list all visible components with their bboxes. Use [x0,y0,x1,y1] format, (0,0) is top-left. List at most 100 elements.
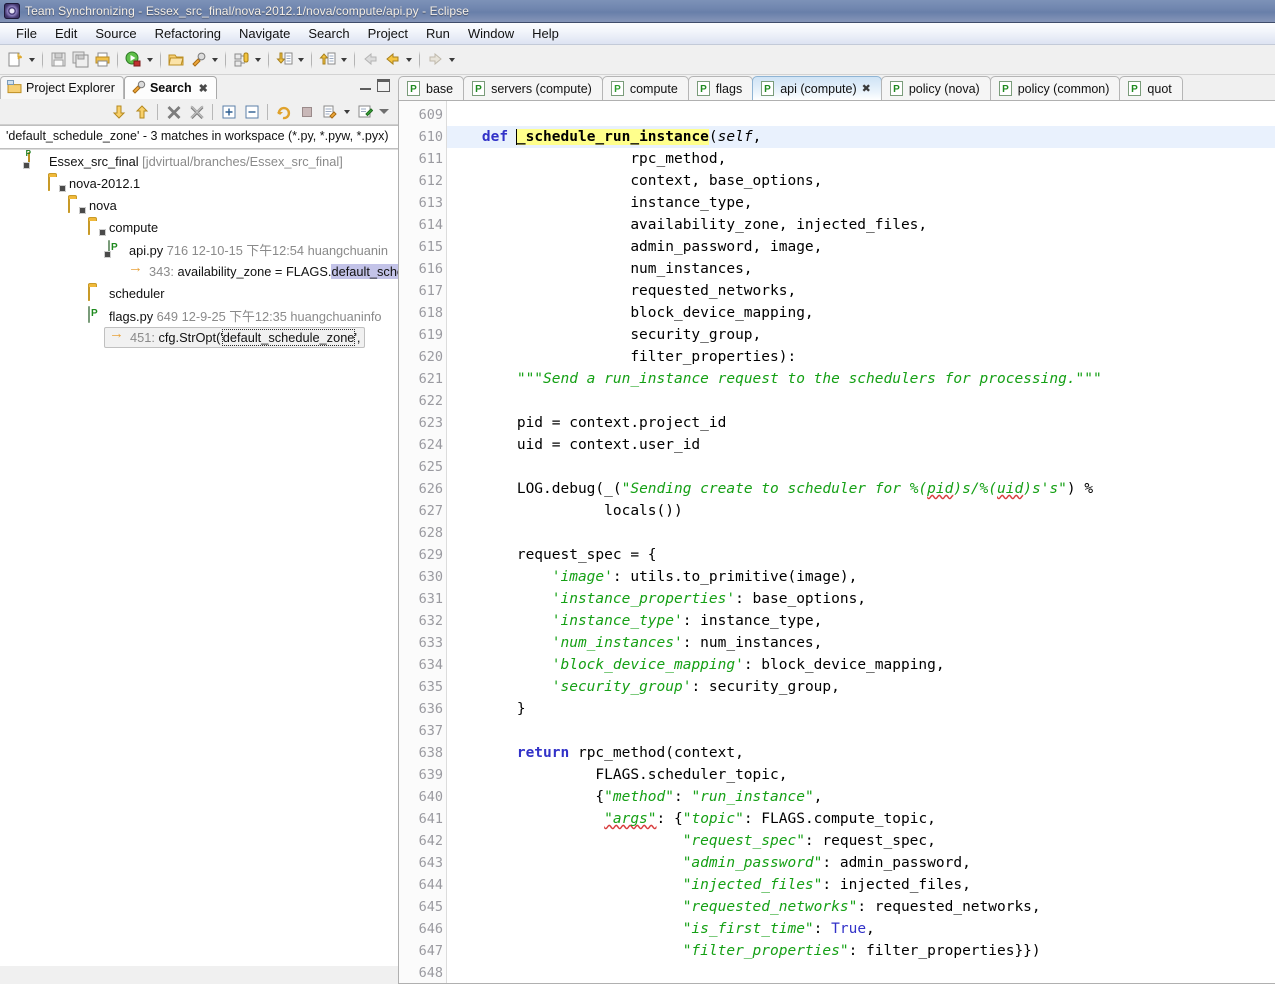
toolbar-dropdown-arrow[interactable] [144,48,156,72]
toolbar-dropdown-arrow[interactable] [26,48,38,72]
code-token: security_group, [447,327,762,343]
maximize-view-button[interactable] [377,79,390,92]
menu-item-refactoring[interactable]: Refactoring [146,24,230,43]
back-disabled-icon[interactable] [359,48,381,72]
print-icon[interactable] [91,48,113,72]
menu-item-help[interactable]: Help [523,24,568,43]
new-file-icon[interactable] [4,48,26,72]
code-token: : utils.to_primitive(image), [612,569,858,585]
next-match-icon[interactable] [107,101,130,123]
menu-item-project[interactable]: Project [359,24,417,43]
collapse-all-icon[interactable] [240,101,263,123]
code-token: admin_password, image, [447,239,823,255]
editor-tab-quot[interactable]: Pquot [1119,76,1183,100]
back-icon[interactable] [381,48,403,72]
editor-tab-policy-common[interactable]: Ppolicy (common) [989,76,1121,100]
code-token: request_spec = { [447,547,657,563]
code-line: instance_type, [447,192,1275,214]
code-token: : base_options, [735,591,867,607]
forward-icon[interactable] [424,48,446,72]
code-token: : [813,921,832,937]
run-current-search-icon[interactable] [272,101,295,123]
toolbar-dropdown-arrow[interactable] [252,48,264,72]
expand-all-icon[interactable] [217,101,240,123]
menu-item-source[interactable]: Source [86,24,145,43]
file-node[interactable]: flags.py 649 12-9-25 下午12:35 huangchuani… [0,304,398,326]
code-token: locals()) [447,503,683,519]
folder-node[interactable]: nova [0,194,398,216]
code-token: : { [656,811,683,827]
remove-selected-match-icon[interactable] [162,101,185,123]
match-node[interactable]: 451: cfg.StrOpt('default_schedule_zone', [0,326,398,348]
code-token: "request_spec" [682,833,805,849]
svg-text:P: P [893,84,900,95]
match-node[interactable]: 343: availability_zone = FLAGS.default_s… [0,260,398,282]
line-number: 632 [418,613,443,629]
svg-text:P: P [700,84,707,95]
code-token: : block_device_mapping, [743,657,945,673]
code-token: : [673,789,692,805]
close-icon[interactable]: ✖ [199,82,208,95]
match-text-prefix: availability_zone = FLAGS. [173,263,332,279]
editor-tab-api-compute[interactable]: Papi (compute) ✖ [752,76,882,100]
match-term: default_schedule_zone [221,328,356,346]
folder-node[interactable]: nova-2012.1 [0,172,398,194]
toolbar-dropdown-arrow[interactable] [295,48,307,72]
previous-annotation-icon[interactable] [316,48,338,72]
view-tab-project-explorer[interactable]: Project Explorer [0,76,124,99]
toolbar-dropdown-arrow[interactable] [403,48,415,72]
menu-item-run[interactable]: Run [417,24,459,43]
code-area[interactable]: def _schedule_run_instance(self, rpc_met… [447,101,1275,983]
menu-item-edit[interactable]: Edit [46,24,86,43]
search-pin-icon[interactable] [187,48,209,72]
node-name: flags.py [109,308,154,324]
pin-search-view-icon[interactable] [353,101,376,123]
code-line: uid = context.user_id [447,434,1275,456]
file-node[interactable]: api.py 716 12-10-15 下午12:54 huangchuanin [0,238,398,260]
debug-run-icon[interactable] [122,48,144,72]
match-text-suffix: ', [354,329,361,345]
open-type-icon[interactable] [165,48,187,72]
editor-tab-policy-nova[interactable]: Ppolicy (nova) [880,76,991,100]
next-annotation-icon[interactable] [273,48,295,72]
editor-tab-flags[interactable]: Pflags [687,76,754,100]
line-number: 625 [418,459,443,475]
toolbar-dropdown-arrow[interactable] [338,48,350,72]
folder-node[interactable]: compute [0,216,398,238]
folder-node[interactable]: scheduler [0,282,398,304]
code-token: "filter_properties" [682,943,849,959]
menu-item-file[interactable]: File [7,24,46,43]
editor-tab-label: policy (common) [1017,81,1110,96]
editor-tab-label: compute [629,81,678,96]
node-name: Essex_src_final [49,153,139,169]
code-line: "request_spec": request_spec, [447,830,1275,852]
cancel-search-icon[interactable] [295,101,318,123]
menu-item-search[interactable]: Search [299,24,358,43]
search-history-icon[interactable] [318,101,341,123]
search-results-tree[interactable]: Essex_src_final [jdvirtual/branches/Esse… [0,149,398,966]
editor-tab-compute[interactable]: Pcompute [601,76,689,100]
menu-item-window[interactable]: Window [459,24,523,43]
save-all-icon[interactable] [69,48,91,72]
view-menu-icon[interactable] [376,101,392,123]
view-tab-search[interactable]: Search ✖ [123,76,217,99]
project-node[interactable]: Essex_src_final [jdvirtual/branches/Esse… [0,150,398,172]
editor-tab-servers-compute[interactable]: Pservers (compute) [463,76,603,100]
toggle-breakpoint-icon[interactable] [230,48,252,72]
editor-tab-base[interactable]: Pbase [398,76,465,100]
minimize-view-button[interactable] [360,82,371,90]
code-token: "method" [604,789,674,805]
save-icon[interactable] [47,48,69,72]
menu-item-navigate[interactable]: Navigate [230,24,299,43]
toolbar-dropdown-arrow[interactable] [446,48,458,72]
remove-all-matches-icon[interactable] [185,101,208,123]
close-icon[interactable]: ✖ [862,82,871,95]
node-date: 12-9-25 下午12:35 [178,308,287,324]
view-toolbar-dropdown-arrow[interactable] [341,100,353,124]
toolbar-dropdown-arrow[interactable] [209,48,221,72]
previous-match-icon[interactable] [130,101,153,123]
